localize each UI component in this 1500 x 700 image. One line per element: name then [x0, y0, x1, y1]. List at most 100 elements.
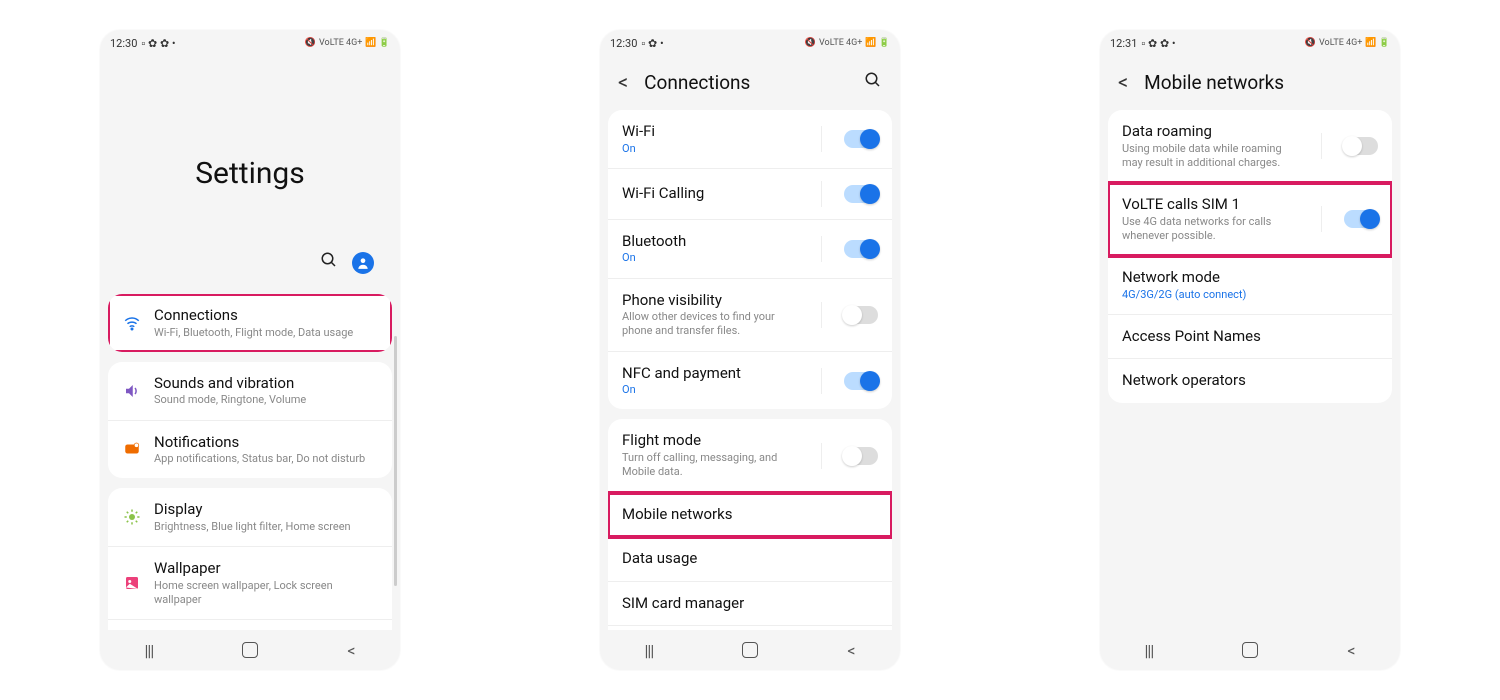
toggle-switch[interactable]	[844, 240, 878, 258]
scrollbar[interactable]	[394, 336, 397, 586]
row-title: Network mode	[1122, 268, 1378, 288]
row-subtitle: Home screen wallpaper, Lock screen wallp…	[154, 579, 378, 608]
row-title: Phone visibility	[622, 291, 799, 311]
row-volte-calls-sim-1[interactable]: VoLTE calls SIM 1 Use 4G data networks f…	[1108, 183, 1392, 256]
toggle-switch[interactable]	[844, 372, 878, 390]
nav-bar: ||| <	[600, 630, 900, 670]
status-time: 12:30	[110, 37, 137, 50]
status-bar: 12:30 ▫ ✿ • 🔇 VoLTE 4G+ 📶 🔋	[600, 30, 900, 56]
row-subtitle: On	[622, 142, 799, 156]
status-icons-right: 🔇 VoLTE 4G+ 📶 🔋	[805, 38, 890, 48]
row-access-point-names[interactable]: Access Point Names	[1108, 315, 1392, 360]
row-mobile-hotspot-and-tethering[interactable]: Mobile Hotspot and Tethering	[608, 626, 892, 630]
row-subtitle: On	[622, 251, 799, 265]
nav-bar: ||| <	[1100, 630, 1400, 670]
display-icon	[122, 507, 142, 527]
sound-icon	[122, 381, 142, 401]
notif-icon	[122, 439, 142, 459]
row-nfc-and-payment[interactable]: NFC and payment On	[608, 352, 892, 410]
row-title: Connections	[154, 306, 378, 326]
row-data-roaming[interactable]: Data roaming Using mobile data while roa…	[1108, 110, 1392, 183]
nav-recent-icon[interactable]: |||	[1145, 641, 1154, 660]
row-title: Mobile networks	[622, 505, 878, 525]
row-mobile-networks[interactable]: Mobile networks	[608, 493, 892, 538]
nav-home-icon[interactable]	[742, 642, 758, 658]
row-title: Wi-Fi Calling	[622, 184, 799, 204]
row-title: Notifications	[154, 433, 378, 453]
row-title: Flight mode	[622, 431, 799, 451]
search-icon[interactable]	[864, 71, 882, 94]
row-subtitle: Wi-Fi, Bluetooth, Flight mode, Data usag…	[154, 326, 378, 340]
row-wi-fi-calling[interactable]: Wi-Fi Calling	[608, 169, 892, 220]
page-title: Settings	[108, 156, 392, 191]
toggle-switch[interactable]	[844, 185, 878, 203]
settings-item-notifications[interactable]: Notifications App notifications, Status …	[108, 421, 392, 479]
toggle-switch[interactable]	[1344, 137, 1378, 155]
nav-home-icon[interactable]	[1242, 642, 1258, 658]
nav-recent-icon[interactable]: |||	[645, 641, 654, 660]
row-subtitle: Sound mode, Ringtone, Volume	[154, 393, 378, 407]
toggle-switch[interactable]	[844, 447, 878, 465]
page-title: Connections	[644, 71, 852, 94]
toggle-switch[interactable]	[1344, 210, 1378, 228]
row-title: VoLTE calls SIM 1	[1122, 195, 1299, 215]
settings-item-sounds-and-vibration[interactable]: Sounds and vibration Sound mode, Rington…	[108, 362, 392, 421]
toggle-switch[interactable]	[844, 130, 878, 148]
search-icon[interactable]	[320, 251, 338, 274]
row-network-mode[interactable]: Network mode 4G/3G/2G (auto connect)	[1108, 256, 1392, 315]
row-subtitle: Using mobile data while roaming may resu…	[1122, 142, 1299, 171]
nav-back-icon[interactable]: <	[1347, 641, 1355, 660]
status-time: 12:30	[610, 37, 637, 50]
back-icon[interactable]: <	[614, 70, 632, 94]
toggle-switch[interactable]	[844, 306, 878, 324]
row-flight-mode[interactable]: Flight mode Turn off calling, messaging,…	[608, 419, 892, 492]
status-icons-left: ▫ ✿ ✿ •	[141, 37, 175, 50]
nav-home-icon[interactable]	[242, 642, 258, 658]
nav-back-icon[interactable]: <	[347, 641, 355, 660]
row-subtitle: 4G/3G/2G (auto connect)	[1122, 288, 1378, 302]
wallpaper-icon	[122, 573, 142, 593]
settings-item-wallpaper[interactable]: Wallpaper Home screen wallpaper, Lock sc…	[108, 547, 392, 620]
row-title: Network operators	[1122, 371, 1378, 391]
row-subtitle: Brightness, Blue light filter, Home scre…	[154, 520, 378, 534]
row-title: Data roaming	[1122, 122, 1299, 142]
row-subtitle: Allow other devices to find your phone a…	[622, 310, 799, 339]
nav-recent-icon[interactable]: |||	[145, 641, 154, 660]
status-bar: 12:30 ▫ ✿ ✿ • 🔇 VoLTE 4G+ 📶 🔋	[100, 30, 400, 56]
row-subtitle: Turn off calling, messaging, and Mobile …	[622, 451, 799, 480]
row-network-operators[interactable]: Network operators	[1108, 359, 1392, 403]
row-title: Wi-Fi	[622, 122, 799, 142]
phone-mobile-networks: 12:31 ▫ ✿ ✿ • 🔇 VoLTE 4G+ 📶 🔋 < Mobile n…	[1100, 30, 1400, 670]
status-icons-left: ▫ ✿ ✿ •	[1141, 37, 1175, 50]
page-title: Mobile networks	[1144, 71, 1382, 94]
status-bar: 12:31 ▫ ✿ ✿ • 🔇 VoLTE 4G+ 📶 🔋	[1100, 30, 1400, 56]
row-title: Access Point Names	[1122, 327, 1378, 347]
row-title: SIM card manager	[622, 594, 878, 614]
settings-item-display[interactable]: Display Brightness, Blue light filter, H…	[108, 488, 392, 547]
row-title: Bluetooth	[622, 232, 799, 252]
status-icons-right: 🔇 VoLTE 4G+ 📶 🔋	[1305, 38, 1390, 48]
settings-item-connections[interactable]: Connections Wi-Fi, Bluetooth, Flight mod…	[108, 294, 392, 352]
row-data-usage[interactable]: Data usage	[608, 537, 892, 582]
row-title: Display	[154, 500, 378, 520]
nav-bar: ||| <	[100, 630, 400, 670]
wifi-icon	[122, 313, 142, 333]
phone-connections: 12:30 ▫ ✿ • 🔇 VoLTE 4G+ 📶 🔋 < Connection…	[600, 30, 900, 670]
account-icon[interactable]	[352, 252, 374, 274]
row-title: NFC and payment	[622, 364, 799, 384]
nav-back-icon[interactable]: <	[847, 641, 855, 660]
status-icons-left: ▫ ✿ •	[641, 37, 663, 50]
phone-settings: 12:30 ▫ ✿ ✿ • 🔇 VoLTE 4G+ 📶 🔋 Settings C…	[100, 30, 400, 670]
row-phone-visibility[interactable]: Phone visibility Allow other devices to …	[608, 279, 892, 352]
row-subtitle: On	[622, 383, 799, 397]
row-subtitle: App notifications, Status bar, Do not di…	[154, 452, 378, 466]
row-title: Sounds and vibration	[154, 374, 378, 394]
row-bluetooth[interactable]: Bluetooth On	[608, 220, 892, 279]
row-title: Data usage	[622, 549, 878, 569]
status-icons-right: 🔇 VoLTE 4G+ 📶 🔋	[305, 38, 390, 48]
row-sim-card-manager[interactable]: SIM card manager	[608, 582, 892, 627]
row-wi-fi[interactable]: Wi-Fi On	[608, 110, 892, 169]
row-subtitle: Use 4G data networks for calls whenever …	[1122, 215, 1299, 244]
back-icon[interactable]: <	[1114, 70, 1132, 94]
settings-item-themes[interactable]: Themes Downloadable themes, wallpapers, …	[108, 620, 392, 630]
